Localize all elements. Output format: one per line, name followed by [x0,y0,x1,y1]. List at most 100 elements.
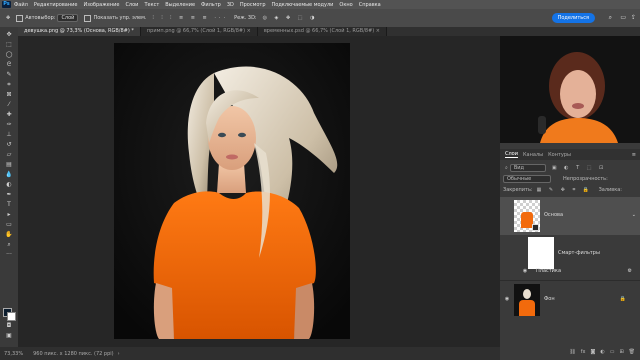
move-tool-icon[interactable]: ✥ [4,31,14,38]
quick-mask-icon[interactable]: ◘ [4,322,14,329]
layer-row-osnova[interactable]: Основа ⌄ [500,197,640,235]
pen-tool-icon[interactable]: ✒ [4,191,14,198]
healing-tool-icon[interactable]: ✚ [4,111,14,118]
filter-options-icon[interactable]: ⚙ [628,268,632,274]
lock-icons[interactable]: ▦ ✎ ✥ ⌗ 🔒 [537,187,593,193]
menu-item-edit[interactable]: Редактирование [34,2,78,8]
fx-icon[interactable]: fx [581,349,586,355]
menu-item-text[interactable]: Текст [144,2,159,8]
menu-item-layers[interactable]: Слои [125,2,138,8]
brush-tool-icon[interactable]: ✑ [4,121,14,128]
lock-row: Закрепить: ▦ ✎ ✥ ⌗ 🔒 Заливка: [500,186,640,194]
tab-paths[interactable]: Контуры [548,152,571,158]
filter-name-liquify[interactable]: Пластика [536,268,561,274]
menu-item-select[interactable]: Выделение [165,2,195,8]
share-arrow-icon[interactable]: ⇪ [631,14,636,21]
background-thumbnail [514,284,540,316]
new-group-icon[interactable]: ▭ [610,349,615,355]
layer-row-background[interactable]: ◉ Фон 🔒 [500,280,640,319]
delete-layer-icon[interactable]: 🗑 [629,349,635,355]
zoom-level[interactable]: 73,33% [4,351,23,357]
frame-tool-icon[interactable]: ⊠ [4,91,14,98]
blend-row: Обычные Непрозрачность: [500,175,640,183]
fill-label: Заливка: [598,187,622,193]
eyedropper-tool-icon[interactable]: ⁄ [4,101,14,108]
background-color-swatch[interactable] [7,312,16,321]
status-arrow-icon[interactable]: › [118,351,120,357]
mode-3d-label: Реж. 3D: [234,15,257,21]
webcam-overlay [500,36,640,143]
eye-icon[interactable]: ◉ [522,268,528,274]
tab-channels[interactable]: Каналы [523,152,543,158]
tab-document-example[interactable]: примп.png @ 66,7% (Слой 1, RGB/8#) × [140,27,258,36]
artboard-tool-icon[interactable]: ⬚ [4,41,14,48]
tab-document-girl[interactable]: девушка.png @ 73,3% (Основа, RGB/8#) * [18,27,141,36]
gradient-tool-icon[interactable]: ▤ [4,161,14,168]
thumbnail-head [523,289,531,299]
tab-layers[interactable]: Слои [505,151,518,158]
autoselect-checkbox[interactable] [16,14,24,22]
align-icons[interactable]: ⫶ ⫶ ⫶ ≡ ≡ ≡ ··· [152,15,228,21]
smart-filter-toggle-icon[interactable]: ⌄ [632,212,636,218]
type-tool-icon[interactable]: T [4,201,14,208]
document-image[interactable] [114,43,350,339]
show-controls-option[interactable]: Показать упр. элем. [84,14,147,22]
search-icon[interactable]: ⌕ [609,14,612,22]
menu-item-help[interactable]: Справка [359,2,381,8]
marquee-tool-icon[interactable]: ◯ [4,51,14,58]
add-mask-icon[interactable]: ◙ [590,349,595,355]
new-layer-icon[interactable]: ⊞ [619,349,623,355]
portrait-illustration [114,43,350,339]
show-controls-checkbox[interactable] [84,14,92,22]
layer-name-background[interactable]: Фон [544,296,555,302]
move-tool-icon[interactable]: ✥ [6,15,10,21]
quick-select-tool-icon[interactable]: ✎ [4,71,14,78]
more-tools-icon[interactable]: ··· [4,251,14,258]
menu-item-filter[interactable]: Фильтр [201,2,221,8]
layer-row-liquify[interactable]: ◉ Пластика ⚙ [500,266,640,276]
show-controls-label: Показать упр. элем. [93,15,147,21]
share-button[interactable]: Поделиться [551,13,595,23]
presenter-video [500,36,640,143]
eye-icon[interactable]: ◉ [504,296,510,302]
eraser-tool-icon[interactable]: ▱ [4,151,14,158]
thumbnail-shirt [519,300,535,316]
link-layers-icon[interactable]: ⛓ [569,349,575,355]
screen-mode-icon[interactable]: ▣ [4,332,14,339]
path-select-tool-icon[interactable]: ▸ [4,211,14,218]
layer-kind-dropdown[interactable]: Вид [509,163,546,172]
autoselect-dropdown[interactable]: Слой [57,14,79,22]
zoom-tool-icon[interactable]: ⌕ [4,241,14,248]
tab-document-temp[interactable]: временных.psd @ 66,7% (Слой 1, RGB/8#) × [257,27,387,36]
photoshop-logo: Ps [2,1,11,8]
menu-item-image[interactable]: Изображение [83,2,119,8]
dodge-tool-icon[interactable]: ◐ [4,181,14,188]
autoselect-option[interactable]: Автовыбор: Слой [16,14,79,22]
workspace-icon[interactable]: ▭ [620,14,626,21]
smart-filters-label: Смарт-фильтры [558,250,600,256]
menu-item-view[interactable]: Просмотр [240,2,266,8]
menu-bar: Ps Файл Редактирование Изображение Слои … [0,0,640,9]
history-brush-tool-icon[interactable]: ↺ [4,141,14,148]
filter-mask-thumbnail [528,237,554,269]
stamp-tool-icon[interactable]: ⊥ [4,131,14,138]
layer-name-osnova[interactable]: Основа [544,212,563,218]
crop-tool-icon[interactable]: ⌗ [4,81,14,88]
menu-item-window[interactable]: Окно [339,2,352,8]
3d-icons[interactable]: ◎ ◈ ✥ ⬚ ◑ [263,15,318,21]
menu-item-file[interactable]: Файл [14,2,28,8]
layer-thumbnail [514,200,540,232]
lasso-tool-icon[interactable]: ᘓ [4,61,14,68]
blend-mode-dropdown[interactable]: Обычные [503,175,551,183]
layer-filter-row: ⌕ Вид ▣ ◐ T ⬚ ⊡ [500,163,640,172]
adjustment-layer-icon[interactable]: ◐ [600,349,604,355]
hand-tool-icon[interactable]: ✋ [4,231,14,238]
filter-icons[interactable]: ▣ ◐ T ⬚ ⊡ [552,165,606,171]
layers-panel-tabs: Слои Каналы Контуры ≡ [500,149,640,160]
menu-item-3d[interactable]: 3D [227,2,234,8]
shape-tool-icon[interactable]: ▭ [4,221,14,228]
blur-tool-icon[interactable]: 💧 [4,171,14,178]
layers-panel-footer: ⛓ fx ◙ ◐ ▭ ⊞ 🗑 [500,346,640,357]
panel-menu-icon[interactable]: ≡ [632,152,636,158]
menu-item-plugins[interactable]: Подключаемые модули [272,2,334,8]
